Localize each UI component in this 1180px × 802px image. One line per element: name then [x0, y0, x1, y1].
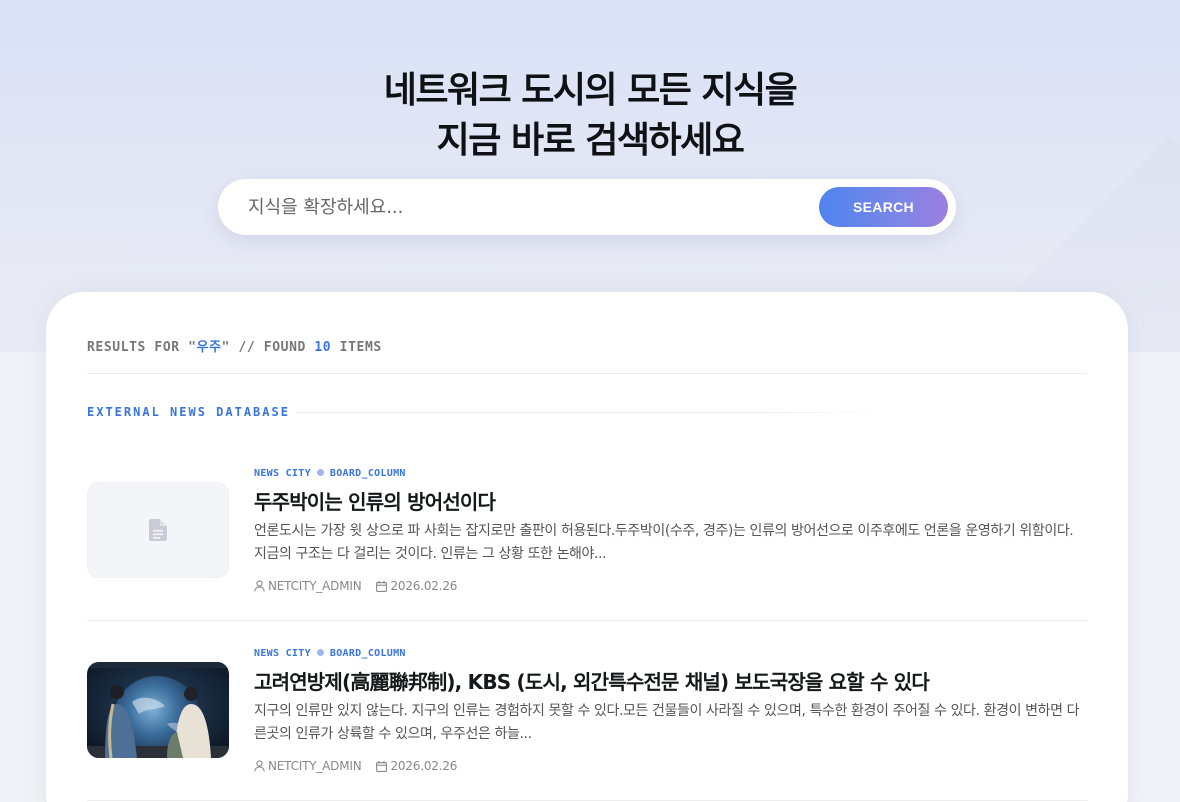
- search-bar: SEARCH: [218, 179, 956, 235]
- item-date: 2026.02.26: [376, 759, 457, 773]
- tag-separator-dot: [316, 469, 324, 476]
- item-tags: NEWS CITY BOARD_COLUMN: [254, 648, 406, 659]
- tag-category[interactable]: NEWS CITY: [254, 468, 311, 479]
- results-card: RESULTS FOR "우주" // FOUND 10 ITEMS EXTER…: [46, 292, 1128, 802]
- hero-title-line2: 지금 바로 검색하세요: [436, 120, 745, 161]
- divider: [87, 373, 1087, 374]
- results-suffix: ITEMS: [331, 340, 382, 355]
- results-count: 10: [314, 340, 332, 355]
- hero-title: 네트워크 도시의 모든 지식을 지금 바로 검색하세요: [0, 66, 1180, 166]
- section-divider: [296, 412, 886, 413]
- user-icon: [254, 760, 265, 772]
- item-author: NETCITY_ADMIN: [254, 579, 362, 593]
- hero-title-line1: 네트워크 도시의 모든 지식을: [383, 70, 798, 111]
- section-label: EXTERNAL NEWS DATABASE: [87, 405, 290, 419]
- document-icon: [149, 519, 167, 541]
- item-title[interactable]: 고려연방제(高麗聯邦制), KBS (도시, 외간특수전문 채널) 보도국장을 …: [254, 666, 930, 695]
- item-thumbnail[interactable]: [87, 662, 229, 758]
- item-tags: NEWS CITY BOARD_COLUMN: [254, 468, 406, 479]
- results-summary: RESULTS FOR "우주" // FOUND 10 ITEMS: [87, 336, 382, 355]
- user-icon: [254, 580, 265, 592]
- list-item[interactable]: NEWS CITY BOARD_COLUMN 두주박이는 인류의 방어선이다 언론…: [87, 462, 1087, 642]
- tag-board[interactable]: BOARD_COLUMN: [330, 468, 406, 479]
- search-button[interactable]: SEARCH: [819, 187, 948, 227]
- item-date: 2026.02.26: [376, 579, 457, 593]
- item-divider: [87, 620, 1087, 621]
- earth-view-image: [87, 662, 229, 758]
- item-description: 지구의 인류만 있지 않는다. 지구의 인류는 경험하지 못할 수 있다.모든 …: [254, 703, 1080, 742]
- tag-category[interactable]: NEWS CITY: [254, 648, 311, 659]
- item-meta: NETCITY_ADMIN 2026.02.26: [254, 579, 457, 593]
- results-prefix: RESULTS FOR ": [87, 340, 197, 355]
- item-thumbnail[interactable]: [87, 482, 229, 578]
- author-name: NETCITY_ADMIN: [268, 579, 362, 593]
- date-value: 2026.02.26: [390, 579, 458, 593]
- list-item[interactable]: NEWS CITY BOARD_COLUMN 고려연방제(高麗聯邦制), KBS …: [87, 642, 1087, 802]
- tag-board[interactable]: BOARD_COLUMN: [330, 648, 406, 659]
- results-query: 우주: [196, 340, 222, 355]
- date-value: 2026.02.26: [390, 759, 458, 773]
- item-meta: NETCITY_ADMIN 2026.02.26: [254, 759, 457, 773]
- item-divider: [87, 800, 1087, 801]
- search-input[interactable]: [248, 179, 808, 235]
- item-description: 언론도시는 가장 윗 상으로 파 사회는 잡지로만 출판이 허용된다.두주박이(…: [254, 523, 1074, 562]
- item-author: NETCITY_ADMIN: [254, 759, 362, 773]
- results-middle: " // FOUND: [221, 340, 315, 355]
- item-title[interactable]: 두주박이는 인류의 방어선이다: [254, 486, 496, 515]
- tag-separator-dot: [316, 649, 324, 656]
- author-name: NETCITY_ADMIN: [268, 759, 362, 773]
- calendar-icon: [376, 580, 388, 592]
- calendar-icon: [376, 760, 388, 772]
